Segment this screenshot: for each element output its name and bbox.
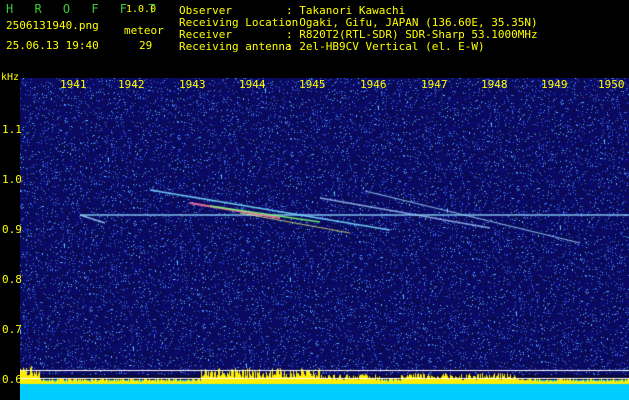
date-time: 25.06.13 19:40 (6, 39, 99, 52)
y-tick-label: 1.1 (2, 123, 22, 136)
app-version: 1.0.0 (126, 4, 157, 15)
file-name: 2506131940.png (6, 19, 99, 32)
x-tick-label: 1942 (118, 78, 145, 91)
y-tick-label: 0.7 (2, 323, 22, 336)
header-panel: H R O F F T 1.0.0 2506131940.png 25.06.1… (0, 0, 629, 70)
y-tick-label: 0.9 (2, 223, 22, 236)
antenna-key: Receiving antenna (179, 40, 292, 53)
y-tick-label: 0.6 (2, 373, 22, 386)
y-unit-label: kHz (1, 72, 20, 83)
antenna-value: : 2el-HB9CV Vertical (el. E-W) (286, 40, 485, 53)
meteor-count: 29 (139, 39, 153, 52)
x-tick-label: 1941 (60, 78, 87, 91)
x-tick-label: 1944 (239, 78, 266, 91)
y-tick-label: 0.8 (2, 273, 22, 286)
meteor-label: meteor (124, 24, 164, 37)
y-tick-label: 1.0 (2, 173, 22, 186)
x-tick-label: 1950 (598, 78, 625, 91)
spectrogram (20, 78, 629, 400)
x-tick-label: 1945 (299, 78, 326, 91)
x-tick-label: 1946 (360, 78, 387, 91)
x-tick-label: 1947 (421, 78, 448, 91)
spectrogram-canvas (20, 78, 629, 400)
x-tick-label: 1943 (179, 78, 206, 91)
x-tick-label: 1948 (481, 78, 508, 91)
x-tick-label: 1949 (541, 78, 568, 91)
